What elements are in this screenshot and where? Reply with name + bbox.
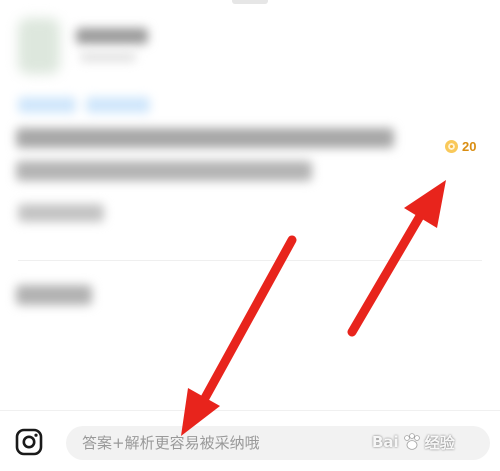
annotation-arrows <box>181 180 446 436</box>
user-name-blurred <box>76 28 148 44</box>
arrow-to-reward <box>347 180 446 337</box>
camera-icon[interactable] <box>14 427 44 457</box>
answer-input[interactable]: 答案+解析更容易被采纳哦 <box>66 426 490 460</box>
section-title-blurred <box>16 285 92 305</box>
reward-badge: 20 <box>445 137 476 155</box>
avatar[interactable] <box>18 18 60 74</box>
arrow-to-input <box>181 235 297 436</box>
question-text-blurred <box>16 161 312 181</box>
coin-icon <box>445 139 458 153</box>
answer-bar: 答案+解析更容易被采纳哦 <box>0 410 500 471</box>
topic-tag-blurred[interactable] <box>86 97 150 113</box>
sheet-drag-handle[interactable] <box>232 0 268 4</box>
question-meta-blurred <box>18 204 104 222</box>
question-text-blurred <box>16 128 394 148</box>
topic-tag-blurred[interactable] <box>18 97 76 113</box>
user-meta-blurred <box>80 52 136 62</box>
reward-points: 20 <box>462 138 477 154</box>
divider <box>18 260 482 261</box>
